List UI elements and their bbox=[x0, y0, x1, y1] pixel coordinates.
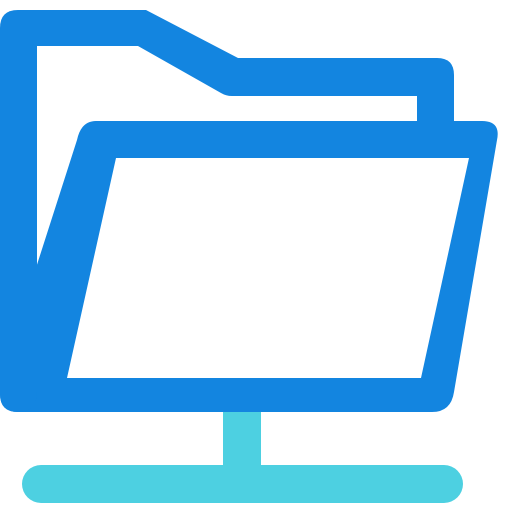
network-bar bbox=[22, 465, 463, 503]
network-folder-icon bbox=[0, 10, 498, 503]
icon-canvas bbox=[0, 0, 512, 512]
network-stem bbox=[223, 408, 261, 468]
folder-front-panel bbox=[0, 121, 498, 412]
folder-left-edge bbox=[0, 10, 37, 412]
